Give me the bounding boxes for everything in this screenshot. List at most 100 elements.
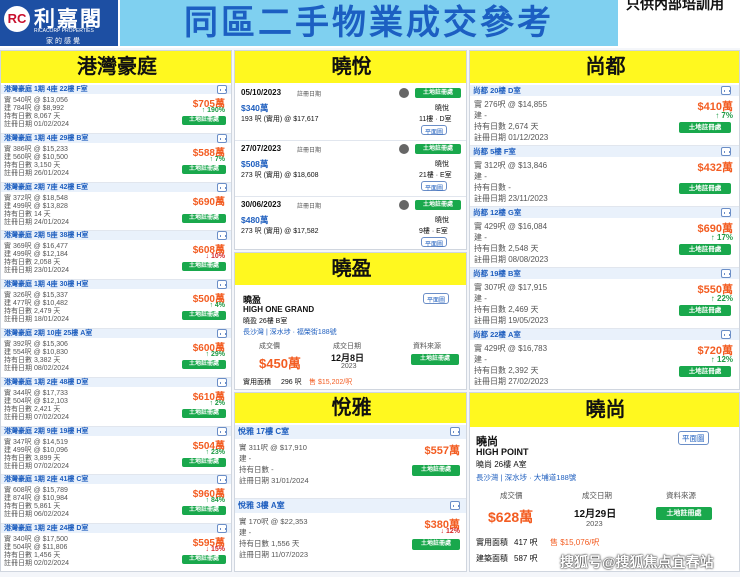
floor-plan-icon[interactable]	[217, 377, 227, 387]
floor-plan-icon[interactable]	[217, 231, 227, 241]
listing-unit[interactable]: 尚都 5樓 F室	[470, 146, 739, 157]
source-header: 資料來源	[413, 343, 441, 350]
land-registry-button[interactable]: 土地註冊處	[182, 262, 226, 272]
listing-unit[interactable]: 港灣豪庭 1期 4座 29樓 B室	[1, 133, 231, 143]
floor-plan-button[interactable]: 平面圖	[678, 431, 709, 445]
price-change: ↑ 29%	[205, 351, 225, 358]
land-registry-button[interactable]: 土地註冊處	[182, 164, 226, 174]
floor-plan-icon[interactable]	[217, 133, 227, 143]
land-registry-button[interactable]: 土地註冊處	[679, 183, 731, 194]
register-date: 註冊日期 23/11/2023	[474, 194, 548, 203]
listing-unit[interactable]: 港灣豪庭 2期 9座 19樓 H室	[1, 426, 231, 436]
price-header: 成交價	[500, 491, 523, 500]
floor-plan-icon[interactable]	[217, 182, 227, 192]
land-registry-button[interactable]: 土地註冊處	[182, 213, 226, 223]
land-registry-button[interactable]: 土地註冊處	[182, 457, 226, 467]
floor-plan-button[interactable]: 平面圖	[421, 181, 448, 192]
floor-plan-button[interactable]: 平面圖	[421, 237, 448, 248]
floor-plan-icon[interactable]	[217, 280, 227, 290]
col-title: 曉尚	[470, 393, 739, 427]
deal-year: 2023	[586, 519, 603, 528]
listing-unit[interactable]: 港灣豪庭 1期 2座 41樓 C室	[1, 475, 231, 485]
floor-plan-button[interactable]: 平面圖	[421, 125, 448, 136]
price-change: ↑ 190%	[201, 107, 225, 114]
gross-area: 建 -	[239, 528, 252, 537]
floor-plan-icon[interactable]	[217, 85, 227, 94]
land-registry-button[interactable]: 土地註冊處	[679, 122, 731, 133]
listing-unit[interactable]: 尚都 19樓 B室	[470, 268, 739, 279]
register-date: 註冊日期 07/02/2024	[4, 413, 69, 421]
land-registry-button[interactable]: 土地註冊處	[412, 465, 460, 476]
land-registry-button[interactable]: 土地註冊處	[182, 506, 226, 516]
floor-plan-icon[interactable]	[721, 330, 731, 339]
price-change: ↑ 84%	[205, 497, 225, 505]
col-title: 曉盈	[235, 253, 466, 285]
listing-unit[interactable]: 港灣豪庭 1期 2座 48樓 D室	[1, 377, 231, 387]
land-registry-button[interactable]: 土地註冊處	[182, 555, 226, 565]
floor-plan-icon[interactable]	[721, 147, 731, 156]
listing-unit[interactable]: 港灣豪庭 1期 2座 24樓 D室	[1, 524, 231, 534]
listing-unit[interactable]: 尚都 20樓 D室	[470, 85, 739, 96]
land-registry-button[interactable]: 土地註冊處	[182, 116, 226, 125]
listing-unit[interactable]: 悅雅 3樓 A室	[235, 499, 466, 513]
estate-name: 曉悅	[435, 161, 449, 168]
land-registry-button[interactable]: 土地註冊處	[412, 539, 460, 550]
listing-unit[interactable]: 港灣豪庭 2期 5座 38樓 H室	[1, 231, 231, 241]
land-registry-button[interactable]: 土地註冊處	[415, 88, 461, 98]
land-registry-button[interactable]: 土地註冊處	[679, 244, 731, 255]
play-icon[interactable]	[399, 88, 409, 98]
saleable-area: 實 429呎 @ $16,783	[474, 344, 548, 353]
floor-plan-label: 平面圖	[425, 242, 444, 248]
listing-unit[interactable]: 尚都 12樓 G室	[470, 207, 739, 218]
listing-row: 悅雅 3樓 A室實 170呎 @ $22,353 建 - 持有日數 1,556 天註…	[235, 499, 466, 571]
gross-area: 建 -	[474, 233, 487, 242]
listing-row: 港灣豪庭 2期 10座 25樓 A室實 392呎 @ $15,306 建 554呎…	[1, 329, 231, 378]
floor-plan-label: 平面圖	[425, 130, 444, 136]
floor-plan-icon[interactable]	[721, 86, 731, 95]
land-registry-button[interactable]: 土地註冊處	[411, 354, 459, 365]
estate-name: 曉悅	[435, 105, 449, 112]
land-registry-button[interactable]: 土地註冊處	[415, 200, 461, 210]
deal-day: 12月29日	[574, 509, 617, 520]
date-header: 成交日期	[333, 343, 361, 350]
land-registry-button[interactable]: 土地註冊處	[679, 305, 731, 316]
listing-unit[interactable]: 港灣豪庭 2期 10座 25樓 A室	[1, 329, 231, 338]
floor-plan-icon[interactable]	[721, 208, 731, 217]
register-date: 註冊日期 27/02/2023	[474, 377, 549, 386]
floor-plan-icon[interactable]	[217, 524, 227, 534]
listing-unit[interactable]: 港灣豪庭 2期 7座 42樓 E室	[1, 182, 231, 192]
floor-plan-button[interactable]: 平面圖	[423, 293, 450, 304]
floor-plan-icon[interactable]	[450, 427, 460, 436]
deal-date: 30/06/2023	[241, 200, 282, 209]
register-date: 註冊日期 26/01/2024	[4, 169, 69, 177]
land-registry-button[interactable]: 土地註冊處	[182, 360, 226, 369]
floor-plan-icon[interactable]	[450, 501, 460, 510]
area-value: 296 呎	[281, 379, 302, 386]
floor-plan-icon[interactable]	[217, 475, 227, 485]
listing-row: 悅雅 17樓 C室實 311呎 @ $17,910 建 - 持有日數 - 註冊日期 3…	[235, 425, 466, 499]
col-title: 尚都	[470, 51, 739, 83]
land-registry-button[interactable]: 土地註冊處	[182, 311, 226, 321]
listing-unit[interactable]: 悅雅 17樓 C室	[235, 425, 466, 439]
unit-floor: 21樓 · E室	[419, 172, 452, 179]
col-title: 曉悅	[235, 51, 466, 83]
land-registry-button[interactable]: 土地註冊處	[679, 366, 731, 377]
listing-unit[interactable]: 港灣豪庭 1期 4座 30樓 H室	[1, 280, 231, 290]
deal-price: $508萬	[241, 159, 269, 169]
floor-plan-icon[interactable]	[217, 426, 227, 436]
gross-area: 建 -	[474, 355, 487, 364]
listing-unit[interactable]: 港灣豪庭 1期 4座 22樓 F室	[1, 85, 231, 94]
land-registry-button[interactable]: 土地註冊處	[656, 507, 712, 520]
price-change: ↑ 2%	[209, 399, 225, 407]
play-icon[interactable]	[399, 200, 409, 210]
land-registry-button[interactable]: 土地註冊處	[182, 408, 226, 418]
listing-row: 港灣豪庭 1期 4座 22樓 F室實 540呎 @ $13,056 建 784呎 …	[1, 85, 231, 134]
listing-unit[interactable]: 尚都 22樓 A室	[470, 329, 739, 340]
floor-plan-icon[interactable]	[217, 329, 227, 338]
floor-plan-icon[interactable]	[721, 269, 731, 278]
col-harbour-place: 港灣豪庭 港灣豪庭 1期 4座 22樓 F室實 540呎 @ $13,056 建 …	[0, 50, 232, 572]
land-registry-button[interactable]: 土地註冊處	[415, 144, 461, 154]
play-icon[interactable]	[399, 144, 409, 154]
price-change: ↑ 23%	[205, 448, 225, 456]
deal-year: 2023	[341, 363, 357, 370]
